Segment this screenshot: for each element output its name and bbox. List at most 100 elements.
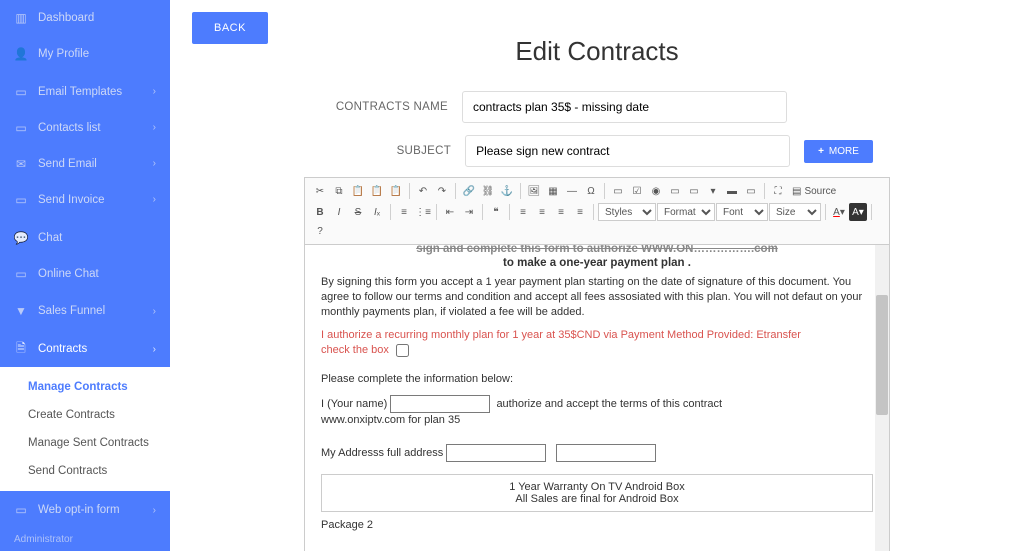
separator <box>593 204 594 220</box>
align-justify-icon[interactable]: ≡ <box>571 203 589 221</box>
sidebar-item-label: Chat <box>38 232 156 244</box>
sidebar-item-contracts[interactable]: 🗎 Contracts › <box>0 331 170 367</box>
bullet-list-icon[interactable]: ⋮≡ <box>414 203 432 221</box>
contracts-name-label: CONTRACTS NAME <box>318 101 448 113</box>
submenu-create-contracts[interactable]: Create Contracts <box>0 401 170 429</box>
textfield-icon[interactable]: ▭ <box>666 182 684 200</box>
radio-icon[interactable]: ◉ <box>647 182 665 200</box>
subject-row: SUBJECT MORE <box>192 135 1002 167</box>
styles-select[interactable]: Styles <box>598 203 656 221</box>
address-input-2[interactable] <box>556 444 656 462</box>
unlink-icon[interactable]: ⛓ <box>479 182 497 200</box>
textarea-icon[interactable]: ▭ <box>685 182 703 200</box>
submenu-manage-sent-contracts[interactable]: Manage Sent Contracts <box>0 429 170 457</box>
indent-icon[interactable]: ⇥ <box>460 203 478 221</box>
text-color-icon[interactable]: A▾ <box>830 203 848 221</box>
chevron-right-icon: › <box>153 194 156 205</box>
sidebar-item-sales-funnel[interactable]: ▼ Sales Funnel › <box>0 293 170 329</box>
copy-icon[interactable]: ⧉ <box>330 182 348 200</box>
sidebar-item-chat[interactable]: 💬 Chat <box>0 220 170 256</box>
remove-format-icon[interactable]: Iₓ <box>368 203 386 221</box>
sidebar-item-contacts-list[interactable]: ▭ Contacts list › <box>0 110 170 146</box>
doc-paragraph: By signing this form you accept a 1 year… <box>321 275 873 320</box>
sidebar-item-label: Contracts <box>38 343 153 355</box>
source-button[interactable]: ▤ Source <box>788 186 840 197</box>
subject-input[interactable] <box>465 135 790 167</box>
bg-color-icon[interactable]: A▾ <box>849 203 867 221</box>
hidden-field-icon[interactable]: ▭ <box>742 182 760 200</box>
sidebar-item-my-profile[interactable]: 👤 My Profile <box>0 36 170 72</box>
editor-scroll-thumb[interactable] <box>876 295 888 415</box>
subject-label: SUBJECT <box>321 145 451 157</box>
italic-icon[interactable]: I <box>330 203 348 221</box>
button-icon[interactable]: ▬ <box>723 182 741 200</box>
contacts-icon: ▭ <box>14 121 28 135</box>
format-select[interactable]: Format <box>657 203 715 221</box>
sidebar-item-label: Send Email <box>38 158 153 170</box>
bold-icon[interactable]: B <box>311 203 329 221</box>
cut-icon[interactable]: ✂ <box>311 182 329 200</box>
sidebar-item-send-email[interactable]: ✉ Send Email › <box>0 146 170 182</box>
help-icon[interactable]: ? <box>311 222 329 240</box>
separator <box>482 204 483 220</box>
submenu-send-contracts[interactable]: Send Contracts <box>0 457 170 485</box>
table-icon[interactable]: ▦ <box>544 182 562 200</box>
doc-heading: sign and complete this form to authorize… <box>321 245 873 255</box>
image-icon[interactable]: 🖼 <box>525 182 543 200</box>
paste-text-icon[interactable]: 📋 <box>368 182 386 200</box>
align-right-icon[interactable]: ≡ <box>552 203 570 221</box>
separator <box>764 183 765 199</box>
outdent-icon[interactable]: ⇤ <box>441 203 459 221</box>
paste-word-icon[interactable]: 📋 <box>387 182 405 200</box>
numbered-list-icon[interactable]: ≡ <box>395 203 413 221</box>
sidebar-item-label: Dashboard <box>38 12 156 24</box>
maximize-icon[interactable]: ⛶ <box>769 182 787 200</box>
select-icon[interactable]: ▾ <box>704 182 722 200</box>
paste-icon[interactable]: 📋 <box>349 182 367 200</box>
sidebar-item-label: My Profile <box>38 48 156 60</box>
editor-content[interactable]: sign and complete this form to authorize… <box>305 245 889 551</box>
template-icon: ▭ <box>14 85 28 99</box>
size-select[interactable]: Size <box>769 203 821 221</box>
anchor-icon[interactable]: ⚓ <box>498 182 516 200</box>
undo-icon[interactable]: ↶ <box>414 182 432 200</box>
editor-scrollbar[interactable] <box>875 245 889 551</box>
sidebar-item-email-templates[interactable]: ▭ Email Templates › <box>0 74 170 110</box>
sidebar-item-web-opt-in-form[interactable]: ▭ Web opt-in form › <box>0 492 170 528</box>
sidebar-item-online-chat[interactable]: ▭ Online Chat <box>0 256 170 292</box>
special-char-icon[interactable]: Ω <box>582 182 600 200</box>
more-button[interactable]: MORE <box>804 140 873 163</box>
hr-icon[interactable]: — <box>563 182 581 200</box>
user-icon: 👤 <box>14 47 28 61</box>
align-center-icon[interactable]: ≡ <box>533 203 551 221</box>
separator <box>390 204 391 220</box>
online-chat-icon: ▭ <box>14 267 28 281</box>
redo-icon[interactable]: ↷ <box>433 182 451 200</box>
dashboard-icon: ▥ <box>14 11 28 25</box>
align-left-icon[interactable]: ≡ <box>514 203 532 221</box>
sidebar-item-dashboard[interactable]: ▥ Dashboard <box>0 0 170 36</box>
your-name-input[interactable] <box>390 395 490 413</box>
sidebar-item-label: Web opt-in form <box>38 504 153 516</box>
address-input-1[interactable] <box>446 444 546 462</box>
contracts-name-input[interactable] <box>462 91 787 123</box>
separator <box>409 183 410 199</box>
source-code-icon: ▤ <box>792 186 801 197</box>
name-line: I (Your name) authorize and accept the t… <box>321 395 873 428</box>
link-icon[interactable]: 🔗 <box>460 182 478 200</box>
form-icon: ▭ <box>14 503 28 517</box>
font-select[interactable]: Font <box>716 203 768 221</box>
authorize-checkbox[interactable] <box>396 344 409 357</box>
form-icon[interactable]: ▭ <box>609 182 627 200</box>
page-title: Edit Contracts <box>192 36 1002 67</box>
sidebar-item-send-invoice[interactable]: ▭ Send Invoice › <box>0 182 170 218</box>
strike-icon[interactable]: S <box>349 203 367 221</box>
blockquote-icon[interactable]: ❝ <box>487 203 505 221</box>
separator <box>604 183 605 199</box>
main-content: BACK Edit Contracts CONTRACTS NAME SUBJE… <box>170 0 1024 551</box>
checkbox-icon[interactable]: ☑ <box>628 182 646 200</box>
separator <box>520 183 521 199</box>
back-button[interactable]: BACK <box>192 12 268 44</box>
editor-toolbar: ✂ ⧉ 📋 📋 📋 ↶ ↷ 🔗 ⛓ ⚓ 🖼 ▦ — Ω <box>305 178 889 245</box>
submenu-manage-contracts[interactable]: Manage Contracts <box>0 373 170 401</box>
